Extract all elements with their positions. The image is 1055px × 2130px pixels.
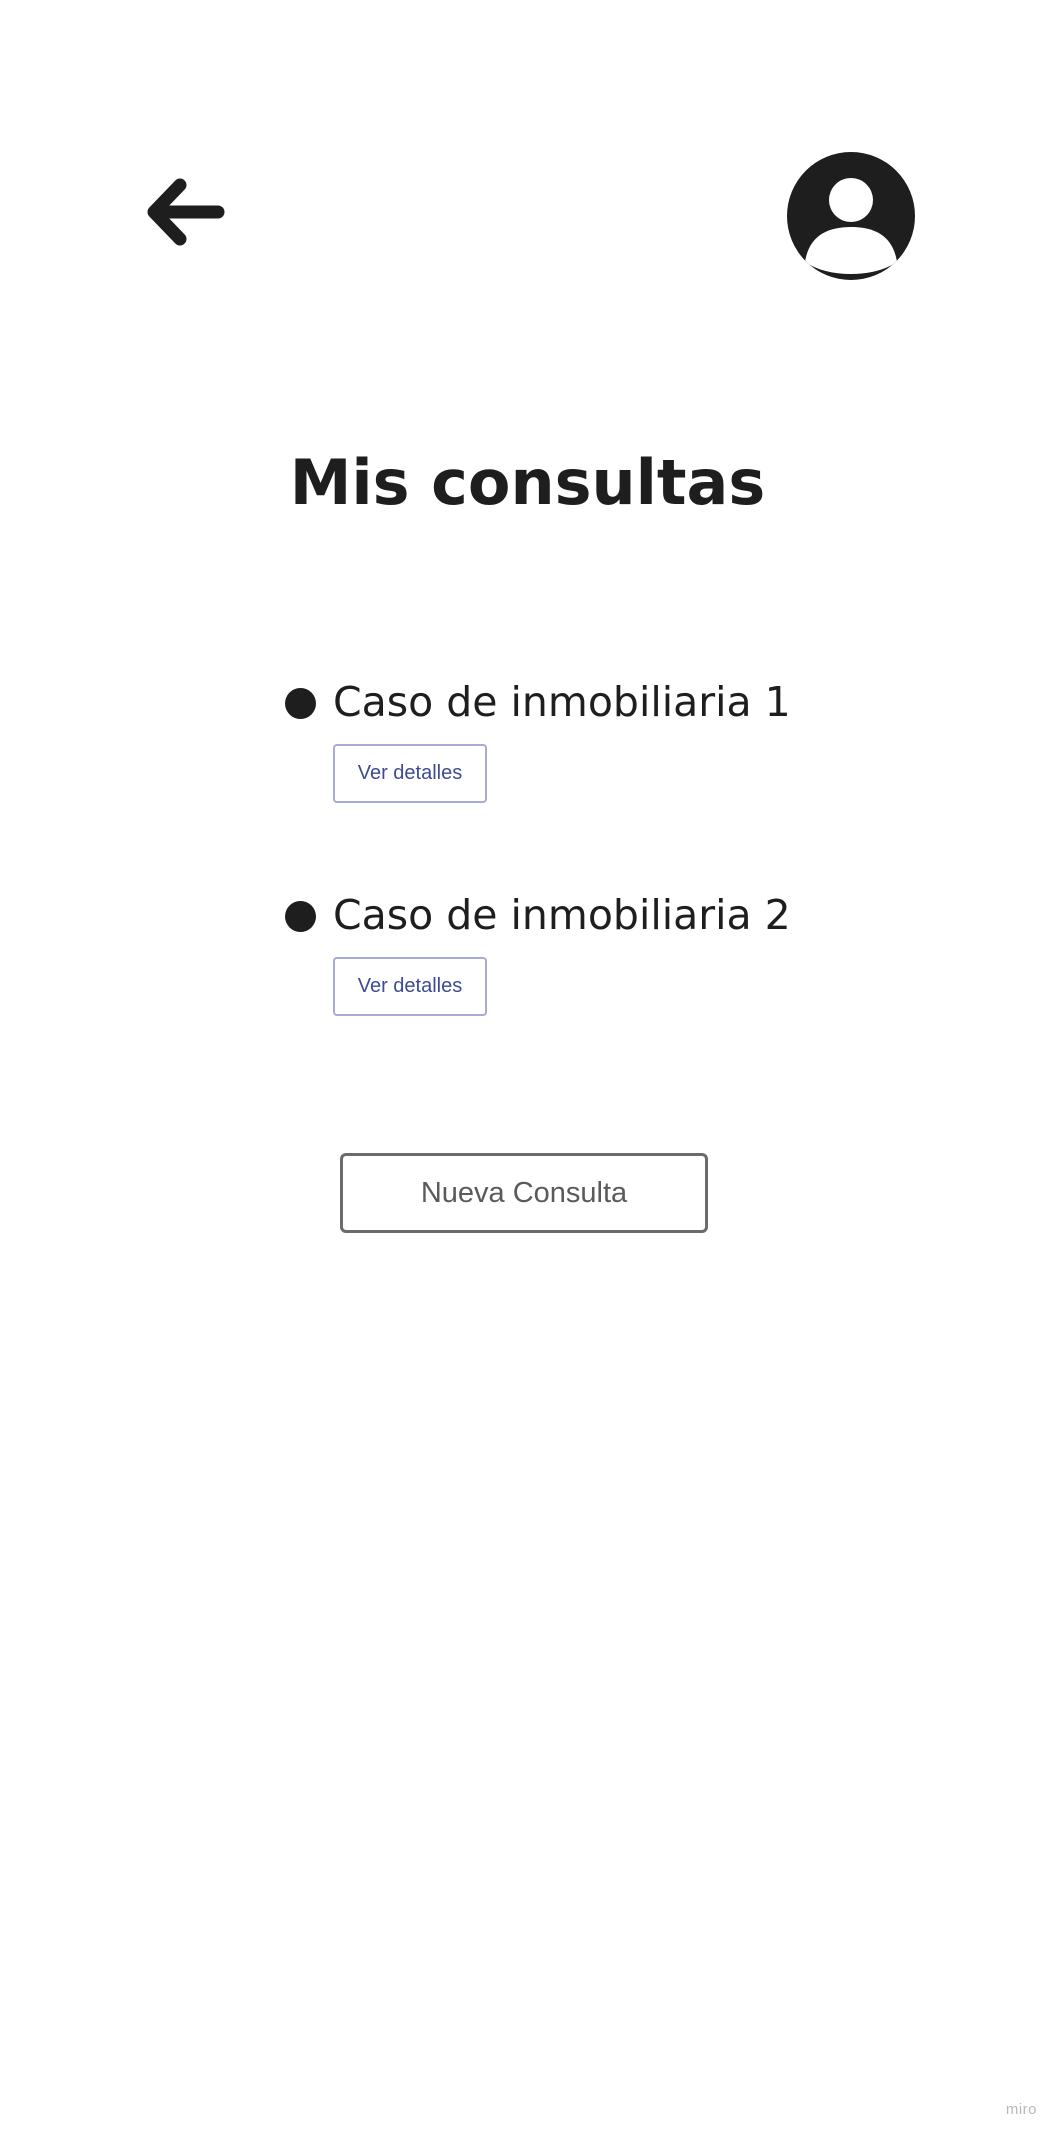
case-title: Caso de inmobiliaria 2 <box>333 891 791 939</box>
profile-button[interactable] <box>787 152 915 280</box>
new-consultation-button[interactable]: Nueva Consulta <box>340 1153 708 1233</box>
watermark: miro <box>1005 2101 1037 2118</box>
page-title: Mis consultas <box>289 446 766 519</box>
user-circle-icon <box>787 152 915 280</box>
bullet-dot <box>285 688 316 719</box>
list-item: Caso de inmobiliaria 2 Ver detalles <box>283 885 903 1025</box>
case-title: Caso de inmobiliaria 1 <box>333 678 791 726</box>
view-details-button[interactable]: Ver detalles <box>333 957 487 1016</box>
arrow-left-icon <box>147 178 225 246</box>
list-item: Caso de inmobiliaria 1 Ver detalles <box>283 672 903 812</box>
back-button[interactable] <box>140 170 230 260</box>
bullet-dot <box>285 901 316 932</box>
view-details-button[interactable]: Ver detalles <box>333 744 487 803</box>
